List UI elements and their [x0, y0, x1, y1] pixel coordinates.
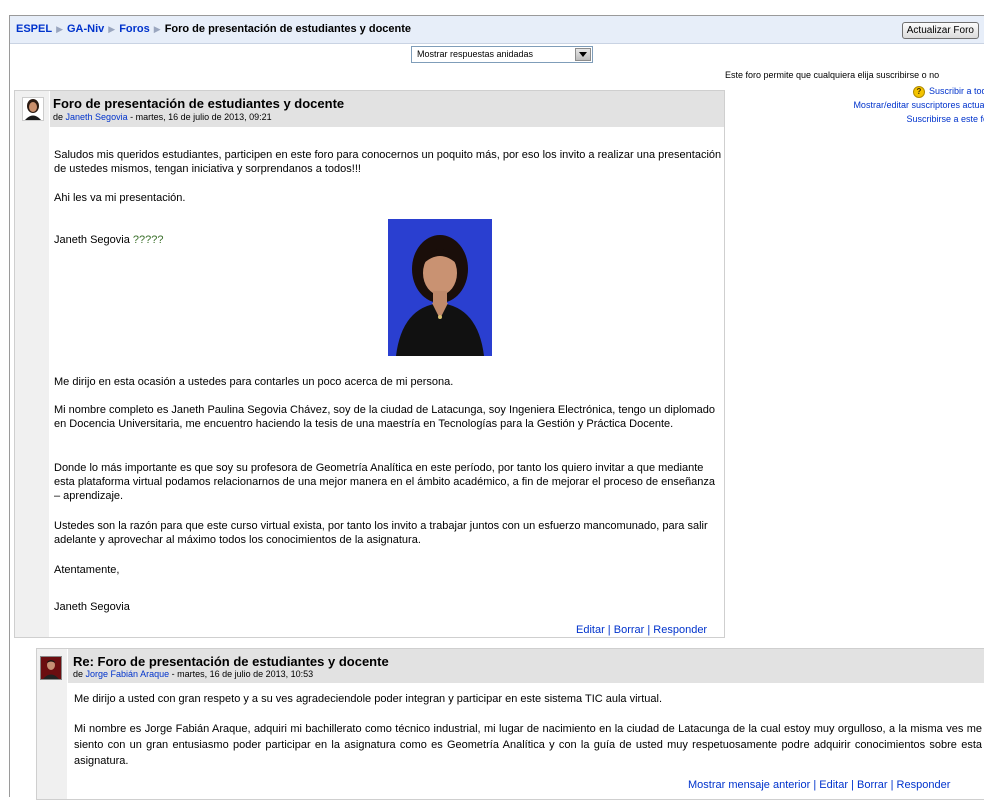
post-paragraph: Mi nombre es Jorge Fabián Araque, adquir… — [74, 723, 982, 767]
subscription-info: Este foro permite que cualquiera elija s… — [725, 70, 940, 80]
post-actions: Mostrar mensaje anterior | Editar | Borr… — [688, 779, 951, 791]
post-paragraph: Ustedes son la razón para que este curso… — [54, 520, 708, 546]
breadcrumb-foros[interactable]: Foros — [119, 23, 150, 35]
post-paragraph: Ahi les va mi presentación. — [54, 192, 186, 204]
post-title: Foro de presentación de estudiantes y do… — [53, 96, 345, 111]
help-icon[interactable]: ? — [912, 85, 925, 98]
author-photo — [388, 219, 492, 356]
delete-link[interactable]: Borrar — [614, 624, 645, 636]
post-paragraph: Saludos mis queridos estudiantes, partic… — [54, 149, 722, 175]
avatar[interactable] — [22, 97, 44, 121]
reply-link[interactable]: Responder — [653, 624, 707, 636]
breadcrumb: ESPEL ▶ GA-Niv ▶ Foros ▶ Foro de presentación … — [16, 23, 411, 35]
display-mode-select[interactable]: Mostrar respuestas anidadas — [411, 46, 593, 63]
breadcrumb-separator-icon: ▶ — [153, 24, 161, 34]
post-paragraph: Donde lo más importante es que soy su pr… — [54, 462, 715, 502]
show-subscribers-link[interactable]: Mostrar/editar suscriptores actuales — [736, 98, 984, 112]
edit-link[interactable]: Editar — [576, 624, 605, 636]
post-paragraph: Atentamente, — [54, 564, 120, 576]
subscription-links: ?Suscribir a todos Mostrar/editar suscri… — [736, 84, 984, 126]
post-side-column — [15, 91, 49, 637]
breadcrumb-current: Foro de presentación de estudiantes y do… — [164, 23, 412, 35]
author-avatar-icon — [41, 657, 61, 679]
delete-link[interactable]: Borrar — [857, 779, 888, 791]
chevron-down-icon[interactable] — [575, 48, 591, 61]
post-byline: de Janeth Segovia - martes, 16 de julio … — [53, 112, 272, 122]
reply-link[interactable]: Responder — [897, 779, 951, 791]
post-byline: de Jorge Fabián Araque - martes, 16 de j… — [73, 669, 314, 679]
subscribe-all-link[interactable]: ?Suscribir a todos — [736, 84, 984, 98]
post-author-link[interactable]: Jorge Fabián Araque — [86, 669, 170, 679]
portrait-image-icon — [388, 219, 492, 356]
post-author-link[interactable]: Janeth Segovia — [66, 112, 128, 122]
breadcrumb-ga-niv[interactable]: GA-Niv — [67, 23, 104, 35]
breadcrumb-separator-icon: ▶ — [108, 24, 116, 34]
subscribe-forum-link[interactable]: Suscribirse a este foro — [736, 112, 984, 126]
edit-link[interactable]: Editar — [819, 779, 848, 791]
navigation-bar: ESPEL ▶ GA-Niv ▶ Foros ▶ Foro de presentación … — [10, 16, 984, 44]
avatar[interactable] — [40, 656, 62, 680]
post-paragraph: Me dirijo en esta ocasión a ustedes para… — [54, 376, 454, 388]
post-title: Re: Foro de presentación de estudiantes … — [73, 654, 389, 669]
post-paragraph: Me dirijo a usted con gran respeto y a s… — [74, 693, 663, 705]
post-paragraph: Mi nombre completo es Janeth Paulina Seg… — [54, 404, 716, 430]
update-forum-button[interactable]: Actualizar Foro — [901, 22, 979, 39]
show-parent-link[interactable]: Mostrar mensaje anterior — [688, 779, 810, 791]
breadcrumb-separator-icon: ▶ — [56, 24, 63, 34]
breadcrumb-espel[interactable]: ESPEL — [16, 23, 52, 35]
post-actions: Editar | Borrar | Responder — [576, 624, 708, 636]
post-paragraph: Janeth Segovia — [54, 601, 130, 613]
author-avatar-icon — [23, 98, 43, 120]
display-mode-value: Mostrar respuestas anidadas — [417, 49, 534, 59]
